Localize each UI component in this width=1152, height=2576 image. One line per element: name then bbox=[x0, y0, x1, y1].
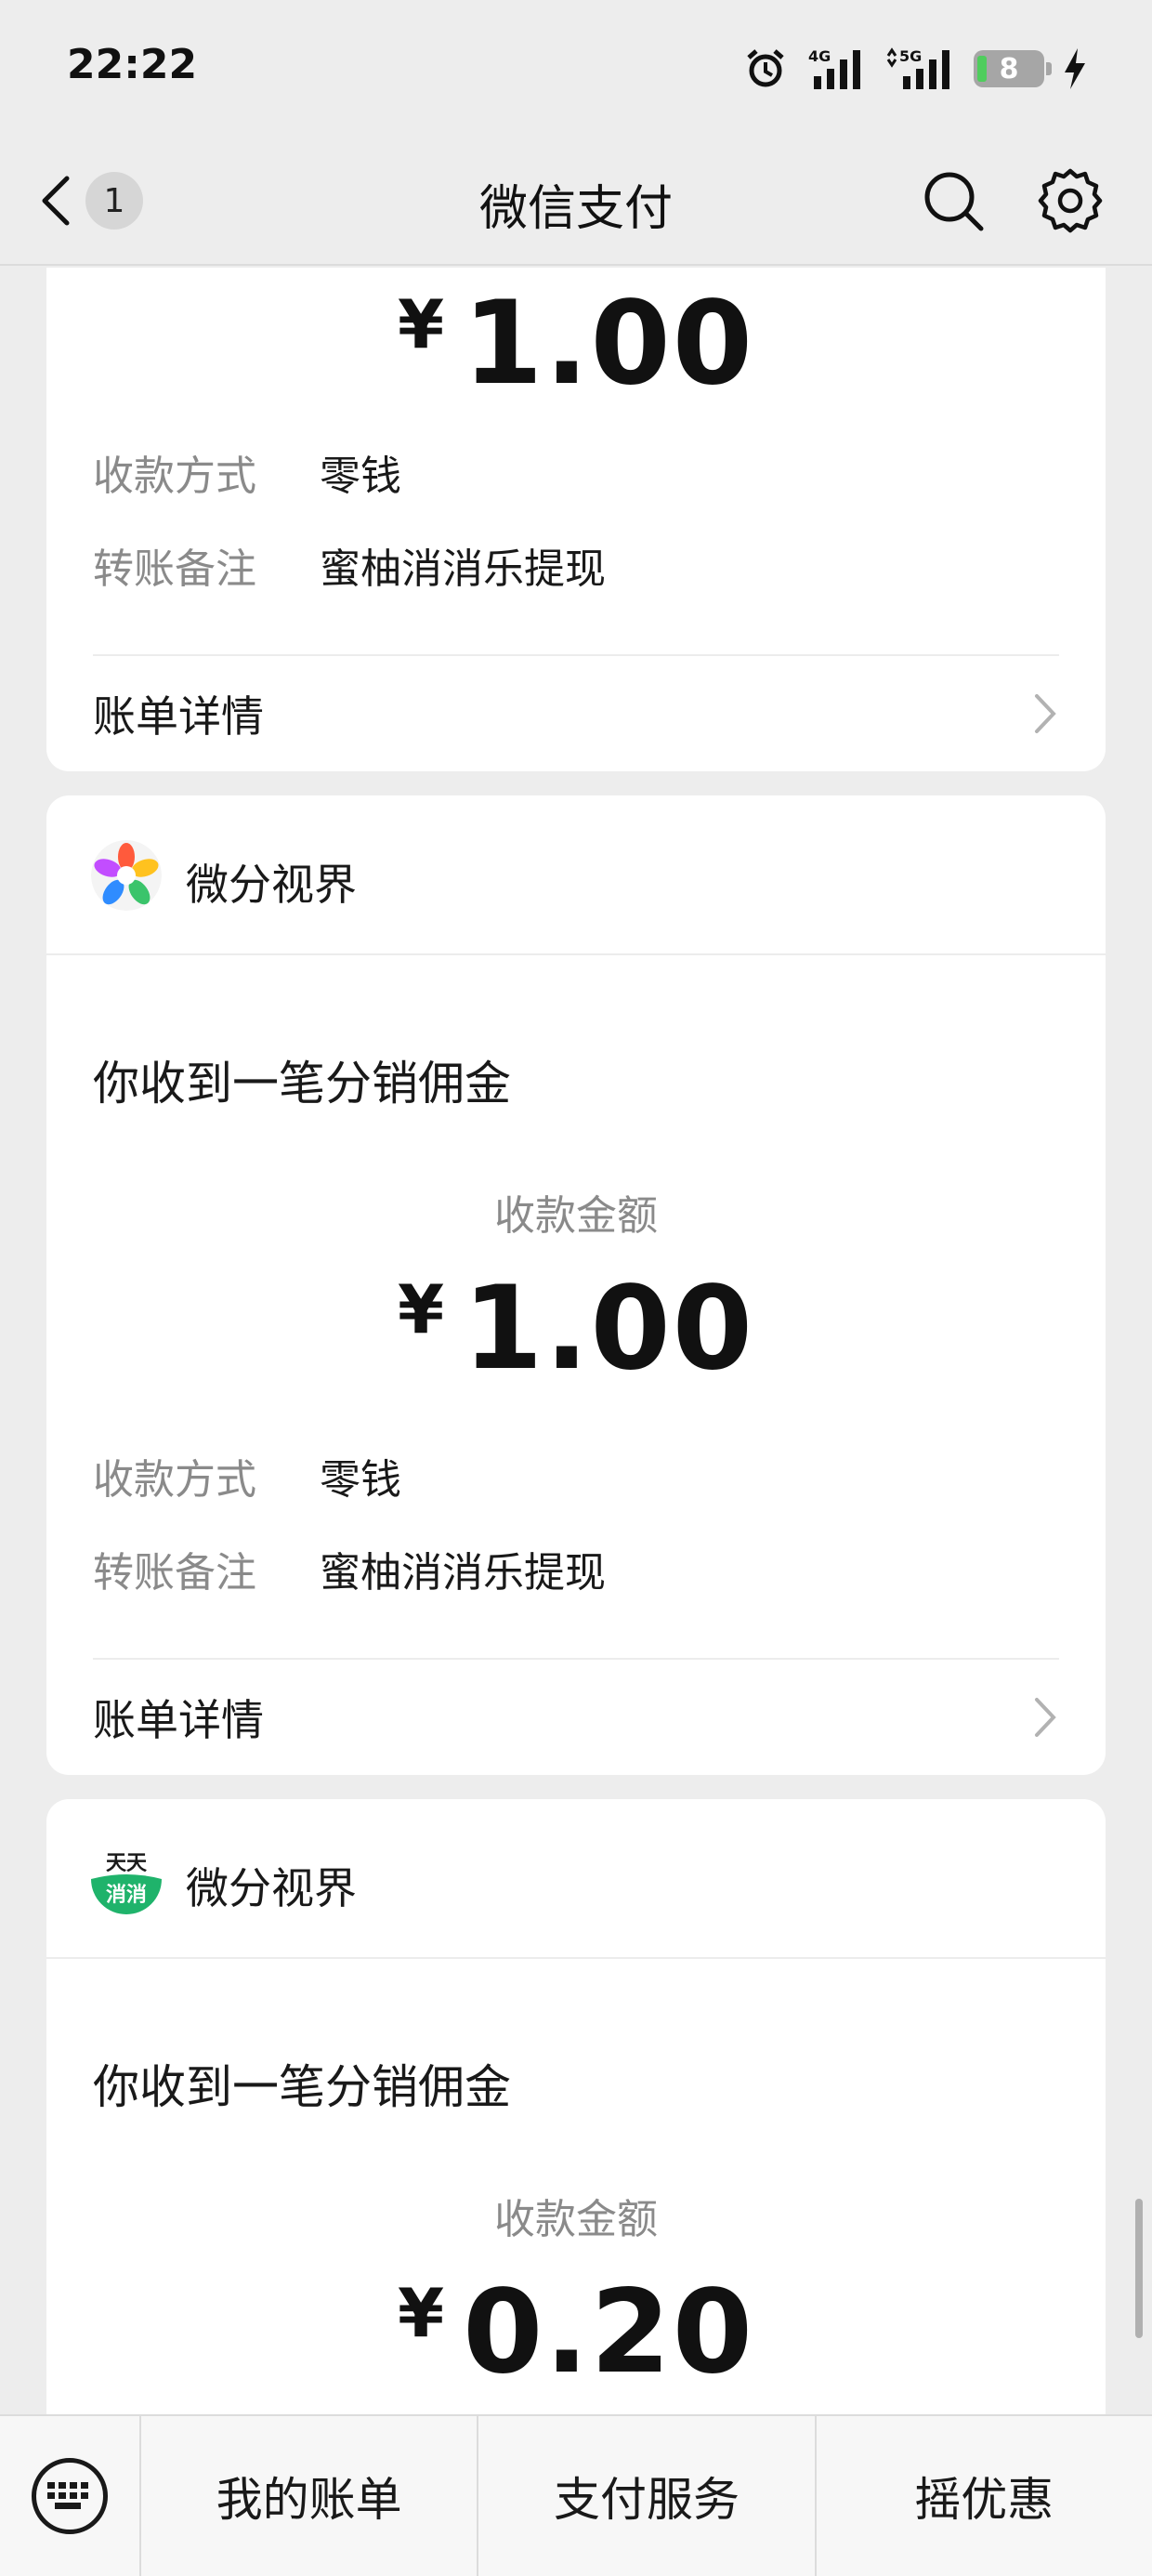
bottom-menu-bar: 我的账单 支付服务 摇优惠 bbox=[0, 2414, 1152, 2576]
currency-symbol: ¥ bbox=[397, 285, 447, 363]
bill-detail-label: 账单详情 bbox=[93, 1695, 264, 1745]
notice-title: 你收到一笔分销佣金 bbox=[93, 2060, 511, 2114]
method-value: 零钱 bbox=[320, 453, 401, 500]
method-key: 收款方式 bbox=[93, 453, 256, 500]
amount: ¥0.20 bbox=[46, 2266, 1106, 2399]
currency-symbol: ¥ bbox=[397, 2274, 447, 2352]
keyboard-icon bbox=[32, 2458, 108, 2534]
bill-detail-label: 账单详情 bbox=[93, 691, 264, 742]
signal-4g-icon: 4G bbox=[808, 47, 860, 89]
menu-shake-deals[interactable]: 摇优惠 bbox=[814, 2416, 1152, 2576]
nav-bar: 1 微信支付 bbox=[0, 136, 1152, 266]
alarm-icon bbox=[747, 49, 784, 87]
card-header[interactable]: 天天 消消 微分视界 bbox=[46, 1799, 1106, 1959]
method-value: 零钱 bbox=[320, 1456, 401, 1504]
merchant-name: 微分视界 bbox=[186, 860, 357, 910]
card-header[interactable]: 微分视界 bbox=[46, 795, 1106, 955]
payment-card: ¥1.00 收款方式 零钱 转账备注 蜜柚消消乐提现 账单详情 bbox=[46, 268, 1106, 771]
bill-detail-link[interactable]: 账单详情 bbox=[93, 677, 1059, 751]
payment-card: 天天 消消 微分视界 你收到一笔分销佣金 收款金额 ¥0.20 bbox=[46, 1799, 1106, 2414]
chevron-right-icon bbox=[1035, 1698, 1056, 1737]
method-row: 收款方式 零钱 bbox=[93, 1446, 401, 1505]
method-key: 收款方式 bbox=[93, 1456, 256, 1504]
amount: ¥1.00 bbox=[46, 277, 1106, 411]
remark-value: 蜜柚消消乐提现 bbox=[320, 1549, 606, 1597]
remark-key: 转账备注 bbox=[93, 1549, 256, 1597]
chevron-right-icon bbox=[1035, 694, 1056, 733]
remark-row: 转账备注 蜜柚消消乐提现 bbox=[93, 535, 606, 595]
merchant-name: 微分视界 bbox=[186, 1863, 357, 1913]
remark-row: 转账备注 蜜柚消消乐提现 bbox=[93, 1539, 606, 1598]
svg-text:4G: 4G bbox=[808, 47, 831, 65]
currency-symbol: ¥ bbox=[397, 1270, 447, 1348]
status-icons: 4G 5G 8 bbox=[743, 41, 1087, 97]
divider bbox=[93, 1658, 1059, 1660]
amount: ¥1.00 bbox=[46, 1262, 1106, 1396]
merchant-logo-icon: 天天 消消 bbox=[91, 1844, 162, 1914]
notice-title: 你收到一笔分销佣金 bbox=[93, 1057, 511, 1111]
amount-label: 收款金额 bbox=[494, 2196, 658, 2243]
divider bbox=[93, 654, 1059, 656]
logo-text-top: 天天 bbox=[106, 1852, 148, 1875]
scrollbar-thumb[interactable] bbox=[1135, 2199, 1143, 2338]
keyboard-toggle-button[interactable] bbox=[0, 2416, 139, 2576]
amount-value: 1.00 bbox=[463, 277, 755, 411]
remark-key: 转账备注 bbox=[93, 545, 256, 593]
menu-payment-services[interactable]: 支付服务 bbox=[477, 2416, 814, 2576]
menu-my-bills[interactable]: 我的账单 bbox=[139, 2416, 477, 2576]
bill-detail-link[interactable]: 账单详情 bbox=[93, 1680, 1059, 1755]
merchant-logo-icon bbox=[91, 840, 162, 911]
gear-icon[interactable] bbox=[1037, 167, 1104, 234]
amount-label: 收款金额 bbox=[494, 1192, 658, 1240]
amount-value: 0.20 bbox=[463, 2266, 755, 2399]
amount-value: 1.00 bbox=[463, 1262, 755, 1396]
payment-card: 微分视界 你收到一笔分销佣金 收款金额 ¥1.00 收款方式 零钱 转账备注 蜜… bbox=[46, 795, 1106, 1775]
message-list[interactable]: ¥1.00 收款方式 零钱 转账备注 蜜柚消消乐提现 账单详情 微分视界 你收到… bbox=[0, 268, 1152, 2414]
search-icon[interactable] bbox=[920, 167, 987, 234]
charging-icon bbox=[1065, 48, 1085, 89]
svg-text:5G: 5G bbox=[899, 47, 922, 65]
remark-value: 蜜柚消消乐提现 bbox=[320, 545, 606, 593]
method-row: 收款方式 零钱 bbox=[93, 442, 401, 502]
signal-5g-icon: 5G bbox=[886, 47, 949, 89]
logo-text-bottom: 消消 bbox=[106, 1884, 147, 1907]
battery-icon: 8 bbox=[974, 50, 1052, 87]
status-bar: 22:22 4G 5G 8 bbox=[0, 0, 1152, 136]
battery-level: 8 bbox=[999, 52, 1019, 85]
status-time: 22:22 bbox=[67, 41, 198, 88]
